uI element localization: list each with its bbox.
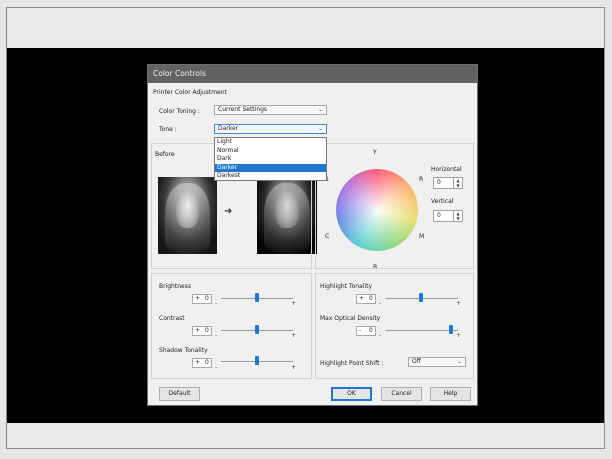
default-button[interactable]: Default	[159, 387, 200, 401]
ok-button[interactable]: OK	[331, 387, 372, 401]
contrast-label: Contrast	[159, 315, 185, 322]
color-controls-dialog: Color Controls Printer Color Adjustment …	[147, 64, 478, 406]
minus-mark: -	[215, 332, 218, 339]
plus-mark: +	[291, 364, 297, 371]
highlight-point-shift-select[interactable]: Off ⌄	[408, 357, 466, 367]
tone-select[interactable]: Darker ⌄	[214, 124, 327, 134]
plus-mark: +	[291, 300, 297, 307]
tone-dropdown-list: Light Normal Dark Darker Darkest	[214, 137, 327, 181]
minus-mark: -	[379, 300, 382, 307]
help-button[interactable]: Help	[430, 387, 471, 401]
max-optical-density-value[interactable]: -0	[356, 326, 376, 336]
tone-option[interactable]: Darkest	[215, 172, 326, 181]
shadow-tonality-label: Shadow Tonality	[159, 347, 208, 354]
brightness-label: Brightness	[159, 283, 191, 290]
max-optical-density-slider-thumb[interactable]	[449, 325, 453, 334]
highlight-tonality-slider-thumb[interactable]	[419, 293, 423, 302]
tone-option-selected[interactable]: Darker	[215, 163, 326, 172]
highlight-tonality-value[interactable]: +0	[356, 294, 376, 304]
plus-mark: +	[456, 332, 462, 339]
plus-mark: +	[291, 332, 297, 339]
brightness-slider-thumb[interactable]	[255, 293, 259, 302]
brightness-value[interactable]: +0	[192, 294, 212, 304]
minus-mark: -	[379, 332, 382, 339]
chevron-down-icon: ⌄	[317, 106, 323, 113]
highlight-tonality-label: Highlight Tonality	[320, 283, 373, 290]
tone-option[interactable]: Light	[215, 138, 326, 147]
plus-mark: +	[456, 300, 462, 307]
cancel-button[interactable]: Cancel	[381, 387, 422, 401]
color-toning-label: Color Toning :	[159, 108, 200, 115]
contrast-value[interactable]: +0	[192, 326, 212, 336]
tone-label: Tone :	[159, 126, 177, 133]
section-label: Printer Color Adjustment	[153, 89, 227, 96]
max-optical-density-slider-track[interactable]	[386, 330, 458, 331]
tone-option[interactable]: Normal	[215, 147, 326, 156]
minus-mark: -	[215, 364, 218, 371]
color-toning-select[interactable]: Current Settings ⌄	[214, 105, 327, 115]
tone-option[interactable]: Dark	[215, 155, 326, 164]
highlight-point-shift-label: Highlight Point Shift :	[320, 360, 384, 367]
minus-mark: -	[215, 300, 218, 307]
wheel-panel	[315, 143, 474, 269]
shadow-tonality-value[interactable]: +0	[192, 358, 212, 368]
shadow-tonality-slider-thumb[interactable]	[255, 356, 259, 365]
contrast-slider-thumb[interactable]	[255, 325, 259, 334]
max-optical-density-label: Max Optical Density	[320, 315, 381, 322]
dialog-title: Color Controls	[148, 65, 477, 83]
chevron-down-icon: ⌄	[317, 125, 323, 132]
chevron-down-icon: ⌄	[456, 358, 462, 365]
